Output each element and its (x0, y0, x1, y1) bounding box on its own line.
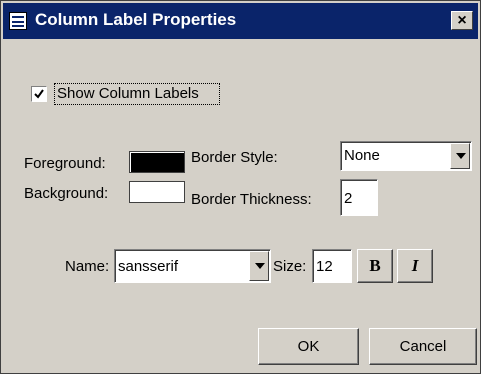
font-size-input[interactable]: 12 (312, 249, 352, 283)
font-size-label: Size: (273, 258, 307, 275)
border-thickness-label: Border Thickness: (191, 191, 312, 208)
ok-button[interactable]: OK (258, 328, 359, 365)
italic-toggle-button[interactable]: I (397, 249, 433, 283)
font-name-label: Name: (65, 258, 110, 275)
close-button[interactable]: × (451, 11, 473, 30)
foreground-label: Foreground: (24, 155, 106, 172)
chevron-down-icon (255, 263, 265, 269)
border-thickness-input[interactable]: 2 (340, 179, 378, 216)
column-label-properties-dialog: Column Label Properties × Show Column La… (0, 0, 481, 374)
border-style-dropdown[interactable]: None (340, 141, 472, 171)
foreground-color-swatch[interactable] (129, 151, 185, 173)
chevron-down-icon (456, 153, 466, 159)
border-style-value: None (344, 147, 380, 164)
title-bar[interactable]: Column Label Properties × (3, 3, 478, 39)
show-column-labels-label[interactable]: Show Column Labels (57, 85, 199, 102)
background-label: Background: (24, 185, 109, 202)
window-icon (9, 12, 27, 30)
font-name-value: sansserif (118, 258, 179, 275)
checkmark-icon (34, 89, 44, 99)
window-title: Column Label Properties (35, 10, 237, 29)
font-name-dropdown[interactable]: sansserif (114, 249, 271, 283)
cancel-button[interactable]: Cancel (369, 328, 477, 365)
background-color-swatch[interactable] (129, 181, 185, 203)
font-name-dropdown-arrow[interactable] (249, 251, 269, 281)
border-style-label: Border Style: (191, 149, 278, 166)
show-column-labels-checkbox[interactable] (31, 86, 47, 102)
border-style-dropdown-arrow[interactable] (450, 143, 470, 169)
bold-toggle-button[interactable]: B (357, 249, 393, 283)
